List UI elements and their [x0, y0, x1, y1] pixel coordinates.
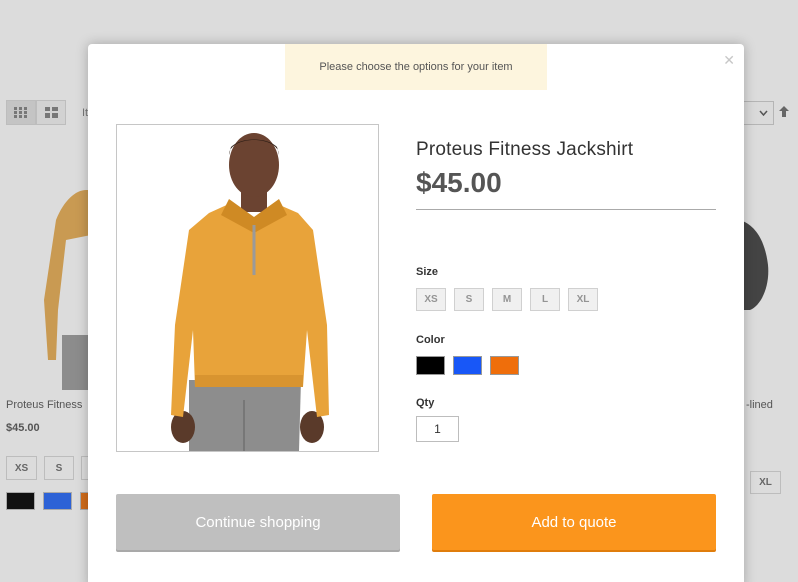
color-swatch-blue[interactable]: [453, 356, 482, 375]
background-product-name-right: -lined: [746, 399, 773, 411]
size-option-xs[interactable]: XS: [416, 288, 446, 311]
background-product-image-right: [740, 220, 769, 310]
background-product-image: [44, 190, 96, 390]
background-product-name: Proteus Fitness: [6, 399, 83, 411]
background-swatch-blue[interactable]: [43, 492, 72, 510]
size-option-s[interactable]: S: [454, 288, 484, 311]
background-size-xs[interactable]: XS: [6, 456, 37, 480]
close-icon[interactable]: ✕: [723, 52, 735, 69]
continue-shopping-button[interactable]: Continue shopping: [116, 494, 400, 550]
product-info: Proteus Fitness Jackshirt $45.00: [416, 139, 716, 210]
product-price: $45.00: [416, 167, 716, 210]
size-options: XS S M L XL: [416, 288, 598, 311]
size-option-xl[interactable]: XL: [568, 288, 598, 311]
sort-select[interactable]: [740, 101, 774, 125]
product-image: [116, 124, 379, 452]
chevron-down-icon: [759, 110, 768, 116]
quick-add-modal: Please choose the options for your item …: [88, 44, 744, 582]
background-size-xl[interactable]: XL: [750, 471, 781, 494]
background-product-price: $45.00: [6, 422, 40, 434]
add-to-quote-button[interactable]: Add to quote: [432, 494, 716, 550]
list-view-button[interactable]: [36, 100, 66, 125]
product-name: Proteus Fitness Jackshirt: [416, 139, 634, 160]
color-label: Color: [416, 334, 445, 346]
background-size-s[interactable]: S: [44, 456, 74, 480]
sort-arrow-icon[interactable]: [779, 106, 789, 117]
grid-view-icon: [14, 107, 27, 118]
size-option-l[interactable]: L: [530, 288, 560, 311]
qty-label: Qty: [416, 397, 435, 409]
options-notice: Please choose the options for your item: [285, 44, 547, 90]
qty-input[interactable]: [416, 416, 459, 442]
color-swatch-black[interactable]: [416, 356, 445, 375]
size-option-m[interactable]: M: [492, 288, 522, 311]
background-swatch-black[interactable]: [6, 492, 35, 510]
grid-view-button[interactable]: [6, 100, 36, 125]
size-label: Size: [416, 266, 439, 278]
product-photo: [117, 125, 378, 451]
color-options: [416, 356, 519, 375]
view-mode-toggle: [6, 100, 66, 125]
list-view-icon: [44, 107, 58, 118]
color-swatch-orange[interactable]: [490, 356, 519, 375]
